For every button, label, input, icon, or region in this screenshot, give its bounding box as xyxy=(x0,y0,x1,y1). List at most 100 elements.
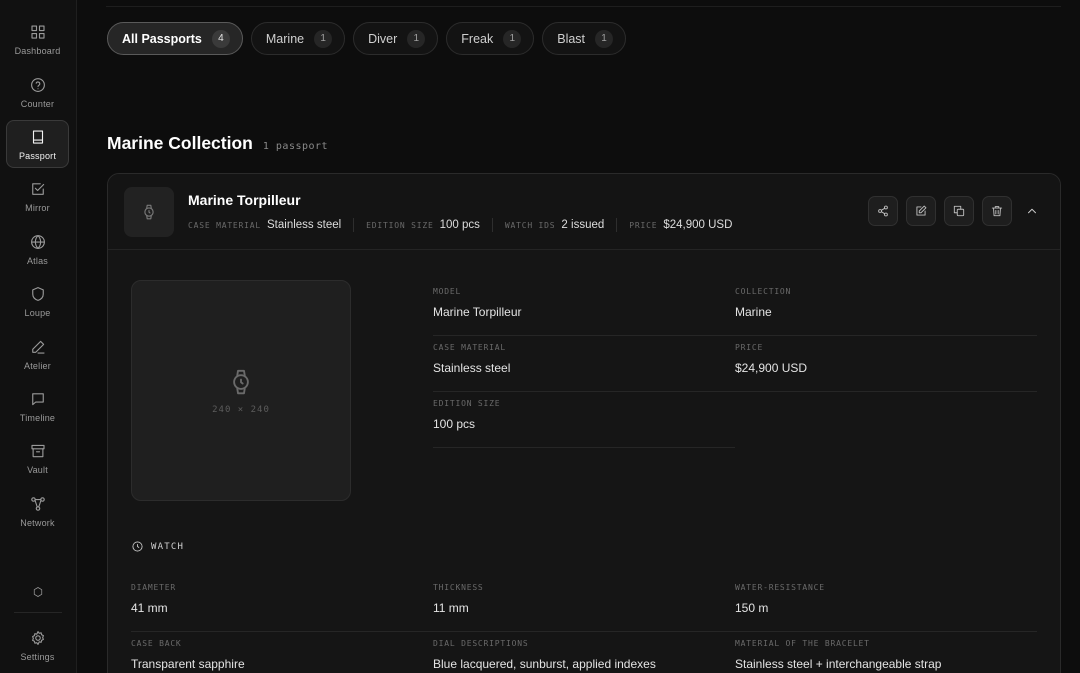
filter-chips: All Passports 4 Marine 1 Diver 1 Freak 1… xyxy=(107,22,627,55)
meta-value: 100 pcs xyxy=(439,219,480,231)
card-header[interactable]: Marine Torpilleur CASE MATERIAL Stainles… xyxy=(108,174,1060,250)
edit-button[interactable] xyxy=(906,196,936,226)
field-value: Stainless steel xyxy=(433,361,511,375)
chip-count-badge: 1 xyxy=(407,29,426,48)
section-subtitle: 1 passport xyxy=(262,141,329,152)
chip-label: Diver xyxy=(368,31,398,46)
network-icon xyxy=(30,496,45,511)
filter-chip-all-passports[interactable]: All Passports 4 xyxy=(107,22,243,55)
meta-key: WATCH IDS xyxy=(504,220,556,230)
sidebar-item-loupe[interactable]: Loupe xyxy=(6,277,69,325)
detail-field-edition-size: EDITION SIZE 100 pcs xyxy=(433,392,735,448)
duplicate-button[interactable] xyxy=(944,196,974,226)
sidebar-item-counter[interactable]: Counter xyxy=(6,68,69,116)
detail-field-case-material: CASE MATERIAL Stainless steel xyxy=(433,336,735,392)
meta-value: Stainless steel xyxy=(267,219,342,231)
meta-key: EDITION SIZE xyxy=(366,220,434,230)
field-key: MODEL xyxy=(433,287,462,296)
field-key: EDITION SIZE xyxy=(433,399,501,408)
field-value: Blue lacquered, sunburst, applied indexe… xyxy=(433,657,656,671)
sidebar-item-atlas[interactable]: Atlas xyxy=(6,225,69,273)
share-icon xyxy=(878,205,888,217)
archive-icon xyxy=(30,444,45,457)
watch-icon xyxy=(233,369,249,394)
hexagon-icon xyxy=(33,587,42,597)
spec-field-diameter: DIAMETER 41 mm xyxy=(131,576,433,632)
message-square-icon xyxy=(31,392,44,405)
sidebar-item-dashboard[interactable]: Dashboard xyxy=(6,15,69,63)
sidebar-item-label: Atlas xyxy=(26,255,48,266)
passport-card: Marine Torpilleur CASE MATERIAL Stainles… xyxy=(107,173,1061,673)
sidebar-divider xyxy=(14,612,62,613)
chip-count-badge: 1 xyxy=(595,29,614,48)
filter-chip-blast[interactable]: Blast 1 xyxy=(542,22,627,55)
chip-count-badge: 1 xyxy=(314,29,333,48)
sidebar-item-label: Passport xyxy=(18,150,57,161)
grid-icon xyxy=(30,24,45,39)
filter-chip-marine[interactable]: Marine 1 xyxy=(250,22,346,55)
share-button[interactable] xyxy=(868,196,898,226)
spec-field-thickness: THICKNESS 11 mm xyxy=(433,576,735,632)
hexagon-button[interactable] xyxy=(6,570,69,614)
sidebar-item-label: Network xyxy=(20,517,55,528)
checkbox-icon xyxy=(31,182,44,195)
sidebar-item-atelier[interactable]: Atelier xyxy=(6,330,69,378)
sidebar-item-timeline[interactable]: Timeline xyxy=(6,382,69,430)
field-key: COLLECTION xyxy=(735,287,792,296)
detail-field-price: PRICE $24,900 USD xyxy=(735,336,1037,392)
chip-count-badge: 4 xyxy=(211,29,230,48)
field-value: Marine Torpilleur xyxy=(433,305,522,319)
sidebar-item-passport[interactable]: Passport xyxy=(6,120,69,168)
image-placeholder[interactable]: 240 × 240 xyxy=(131,280,351,501)
spec-field-dial-descriptions: DIAL DESCRIPTIONS Blue lacquered, sunbur… xyxy=(433,632,735,673)
meta-separator xyxy=(491,218,493,232)
field-value: 41 mm xyxy=(131,601,168,615)
sidebar-item-label: Counter xyxy=(20,98,55,109)
chip-label: Marine xyxy=(265,31,305,46)
meta-key: PRICE xyxy=(629,220,658,230)
sidebar-item-label: Dashboard xyxy=(14,45,61,56)
card-title: Marine Torpilleur xyxy=(188,192,301,208)
sidebar-item-network[interactable]: Network xyxy=(6,487,69,535)
sidebar-item-label: Loupe xyxy=(24,307,51,318)
collapse-button[interactable] xyxy=(1020,196,1044,226)
detail-field-model: MODEL Marine Torpilleur xyxy=(433,280,735,336)
field-key: DIAMETER xyxy=(131,583,176,592)
main-content: All Passports 4 Marine 1 Diver 1 Freak 1… xyxy=(77,0,1080,673)
field-key: WATER-RESISTANCE xyxy=(735,583,825,592)
field-key: PRICE xyxy=(735,343,764,352)
field-key: THICKNESS xyxy=(433,583,484,592)
delete-button[interactable] xyxy=(982,196,1012,226)
meta-value: $24,900 USD xyxy=(663,219,733,231)
meta-separator xyxy=(353,218,355,232)
sidebar-item-label: Settings xyxy=(20,651,55,662)
section-title: Marine Collection xyxy=(107,133,253,153)
clock-icon xyxy=(132,541,143,552)
card-meta: CASE MATERIAL Stainless steel EDITION SI… xyxy=(188,218,732,232)
field-value: 150 m xyxy=(735,601,769,615)
sidebar-item-settings[interactable]: Settings xyxy=(6,621,69,669)
sidebar-item-label: Vault xyxy=(27,464,48,475)
watch-section-label: WATCH xyxy=(131,540,184,553)
gear-icon xyxy=(31,630,44,645)
card-thumbnail xyxy=(124,187,174,237)
filter-chip-freak[interactable]: Freak 1 xyxy=(446,22,535,55)
field-key: DIAL DESCRIPTIONS xyxy=(433,639,529,648)
trash-icon xyxy=(991,206,1003,217)
field-value: $24,900 USD xyxy=(735,361,808,375)
sidebar-item-mirror[interactable]: Mirror xyxy=(6,172,69,220)
top-divider xyxy=(106,6,1061,7)
shield-icon xyxy=(31,286,44,301)
chip-label: All Passports xyxy=(122,31,202,46)
globe-icon xyxy=(30,234,45,249)
spec-field-bracelet-material: MATERIAL OF THE BRACELET Stainless steel… xyxy=(735,632,1037,673)
card-actions xyxy=(868,196,1044,226)
image-dimensions: 240 × 240 xyxy=(212,404,270,415)
filter-chip-diver[interactable]: Diver 1 xyxy=(353,22,439,55)
edit-icon xyxy=(916,205,927,216)
field-value: Stainless steel + interchangeable strap xyxy=(735,657,942,671)
meta-key: CASE MATERIAL xyxy=(188,220,262,230)
sidebar-item-label: Mirror xyxy=(25,202,50,213)
detail-field-collection: COLLECTION Marine xyxy=(735,280,1037,336)
sidebar-item-vault[interactable]: Vault xyxy=(6,434,69,482)
